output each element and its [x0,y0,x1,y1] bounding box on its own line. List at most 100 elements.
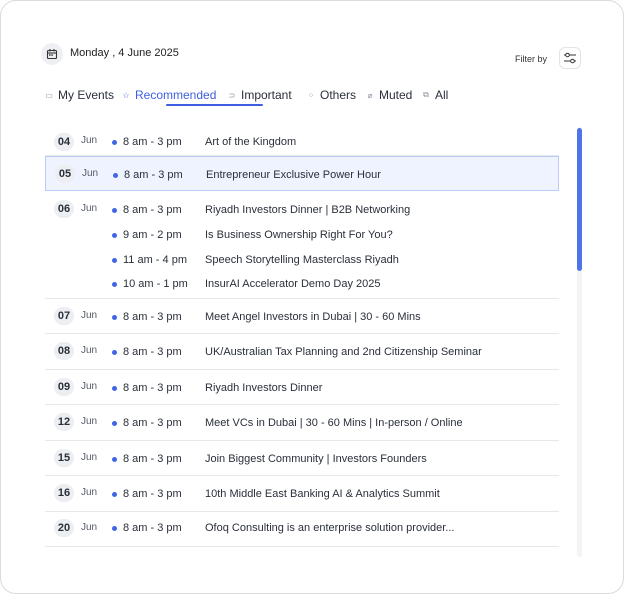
month-label: Jun [81,345,98,356]
day-badge: 04 [54,133,74,151]
day-row: 20 Jun 8 am - 3 pm Ofoq Consulting is an… [45,512,559,547]
active-tab-indicator [166,104,263,106]
month-label: Jun [81,522,98,533]
event-time: 10 am - 1 pm [123,278,188,290]
tab-recommended[interactable]: ☆ Recommended [122,87,216,103]
event-item[interactable]: 8 am - 3 pm Join Biggest Community | Inv… [112,453,552,467]
month-label: Jun [81,452,98,463]
day-badge: 05 [55,165,75,183]
day-row: 09 Jun 8 am - 3 pm Riyadh Investors Dinn… [45,370,559,405]
tab-my-events[interactable]: ▭ My Events [45,87,114,103]
event-item[interactable]: 8 am - 3 pm Ofoq Consulting is an enterp… [112,522,552,536]
day-badge: 20 [54,519,74,537]
tag-icon: ⊃ [228,90,236,100]
event-time: 8 am - 3 pm [123,417,182,429]
month-label: Jun [81,416,98,427]
events-card: Monday , 4 June 2025 Filter by ▭ My Even… [0,0,624,594]
event-time: 8 am - 3 pm [123,382,182,394]
event-dot [112,282,117,287]
event-time: 11 am - 4 pm [123,254,187,266]
event-dot [112,386,117,391]
day-badge: 06 [54,200,74,218]
event-title: Meet Angel Investors in Dubai | 30 - 60 … [205,311,421,323]
event-item[interactable]: 8 am - 3 pm Art of the Kingdom [112,136,552,150]
day-row: 16 Jun 8 am - 3 pm 10th Middle East Bank… [45,476,559,512]
tab-others[interactable]: ⁘ Others [307,87,356,103]
filter-label: Filter by [515,54,548,64]
event-time: 8 am - 3 pm [123,346,182,358]
event-title: Entrepreneur Exclusive Power Hour [206,169,381,181]
day-badge: 12 [54,413,74,431]
event-title: Riyadh Investors Dinner | B2B Networking [205,204,411,216]
event-title: Art of the Kingdom [205,136,297,148]
event-item[interactable]: 8 am - 3 pm Riyadh Investors Dinner | B2… [112,204,552,218]
sliders-icon [564,52,576,64]
filter-button[interactable] [559,47,581,69]
event-dot [112,315,117,320]
calendar-icon: ▭ [45,90,53,100]
day-row-selected: 05 Jun 8 am - 3 pm Entrepreneur Exclusiv… [45,156,559,191]
event-title: Speech Storytelling Masterclass Riyadh [205,254,399,266]
stack-icon: ⧉ [423,90,429,99]
day-row: 07 Jun 8 am - 3 pm Meet Angel Investors … [45,299,559,334]
month-label: Jun [81,203,98,214]
event-dot [112,350,117,355]
day-row: 04 Jun 8 am - 3 pm Art of the Kingdom [45,126,559,156]
day-badge: 08 [54,342,74,360]
month-label: Jun [81,487,98,498]
event-title: Ofoq Consulting is an enterprise solutio… [205,522,455,534]
event-item[interactable]: 8 am - 3 pm Entrepreneur Exclusive Power… [113,169,553,183]
tab-important[interactable]: ⊃ Important [228,87,292,103]
event-dot [112,258,117,263]
day-row: 08 Jun 8 am - 3 pm UK/Australian Tax Pla… [45,334,559,370]
mute-icon: ⌀ [367,90,373,100]
month-label: Jun [81,310,98,321]
day-row: 12 Jun 8 am - 3 pm Meet VCs in Dubai | 3… [45,405,559,441]
calendar-icon[interactable] [41,43,63,65]
event-item[interactable]: 8 am - 3 pm 10th Middle East Banking AI … [112,488,552,502]
event-title: InsurAI Accelerator Demo Day 2025 [205,278,381,290]
event-time: 8 am - 3 pm [123,136,182,148]
event-dot [112,526,117,531]
event-item[interactable]: 8 am - 3 pm UK/Australian Tax Planning a… [112,346,552,360]
event-dot [112,492,117,497]
event-time: 8 am - 3 pm [123,204,182,216]
event-title: 10th Middle East Banking AI & Analytics … [205,488,440,500]
tab-muted[interactable]: ⌀ Muted [366,87,413,103]
month-label: Jun [81,135,98,146]
star-icon: ☆ [122,90,130,100]
event-time: 8 am - 3 pm [123,522,182,534]
event-dot [112,457,117,462]
tab-all[interactable]: ⧉ All [422,87,448,103]
event-title: Meet VCs in Dubai | 30 - 60 Mins | In-pe… [205,417,463,429]
event-title: Riyadh Investors Dinner [205,382,323,394]
event-time: 8 am - 3 pm [123,488,182,500]
grid-icon: ⁘ [307,90,315,100]
day-badge: 07 [54,307,74,325]
event-title: Is Business Ownership Right For You? [205,229,393,241]
event-dot [112,233,117,238]
event-title: UK/Australian Tax Planning and 2nd Citiz… [205,346,482,358]
event-time: 8 am - 3 pm [123,453,182,465]
day-badge: 15 [54,449,74,467]
event-time: 8 am - 3 pm [123,311,182,323]
event-dot [112,421,117,426]
event-title: Join Biggest Community | Investors Found… [205,453,427,465]
scrollbar-thumb[interactable] [577,128,582,271]
event-dot [113,173,118,178]
day-row: 06 Jun 8 am - 3 pm Riyadh Investors Dinn… [45,191,559,299]
event-item[interactable]: 11 am - 4 pm Speech Storytelling Masterc… [112,254,552,268]
event-dot [112,140,117,145]
event-time: 8 am - 3 pm [124,169,183,181]
event-dot [112,208,117,213]
event-item[interactable]: 8 am - 3 pm Meet VCs in Dubai | 30 - 60 … [112,417,552,431]
event-item[interactable]: 8 am - 3 pm Meet Angel Investors in Duba… [112,311,552,325]
event-item[interactable]: 9 am - 2 pm Is Business Ownership Right … [112,229,552,243]
event-item[interactable]: 8 am - 3 pm Riyadh Investors Dinner [112,382,552,396]
day-row: 15 Jun 8 am - 3 pm Join Biggest Communit… [45,441,559,476]
day-badge: 09 [54,378,74,396]
current-date: Monday , 4 June 2025 [70,47,179,59]
event-time: 9 am - 2 pm [123,229,182,241]
month-label: Jun [81,381,98,392]
event-item[interactable]: 10 am - 1 pm InsurAI Accelerator Demo Da… [112,278,552,292]
